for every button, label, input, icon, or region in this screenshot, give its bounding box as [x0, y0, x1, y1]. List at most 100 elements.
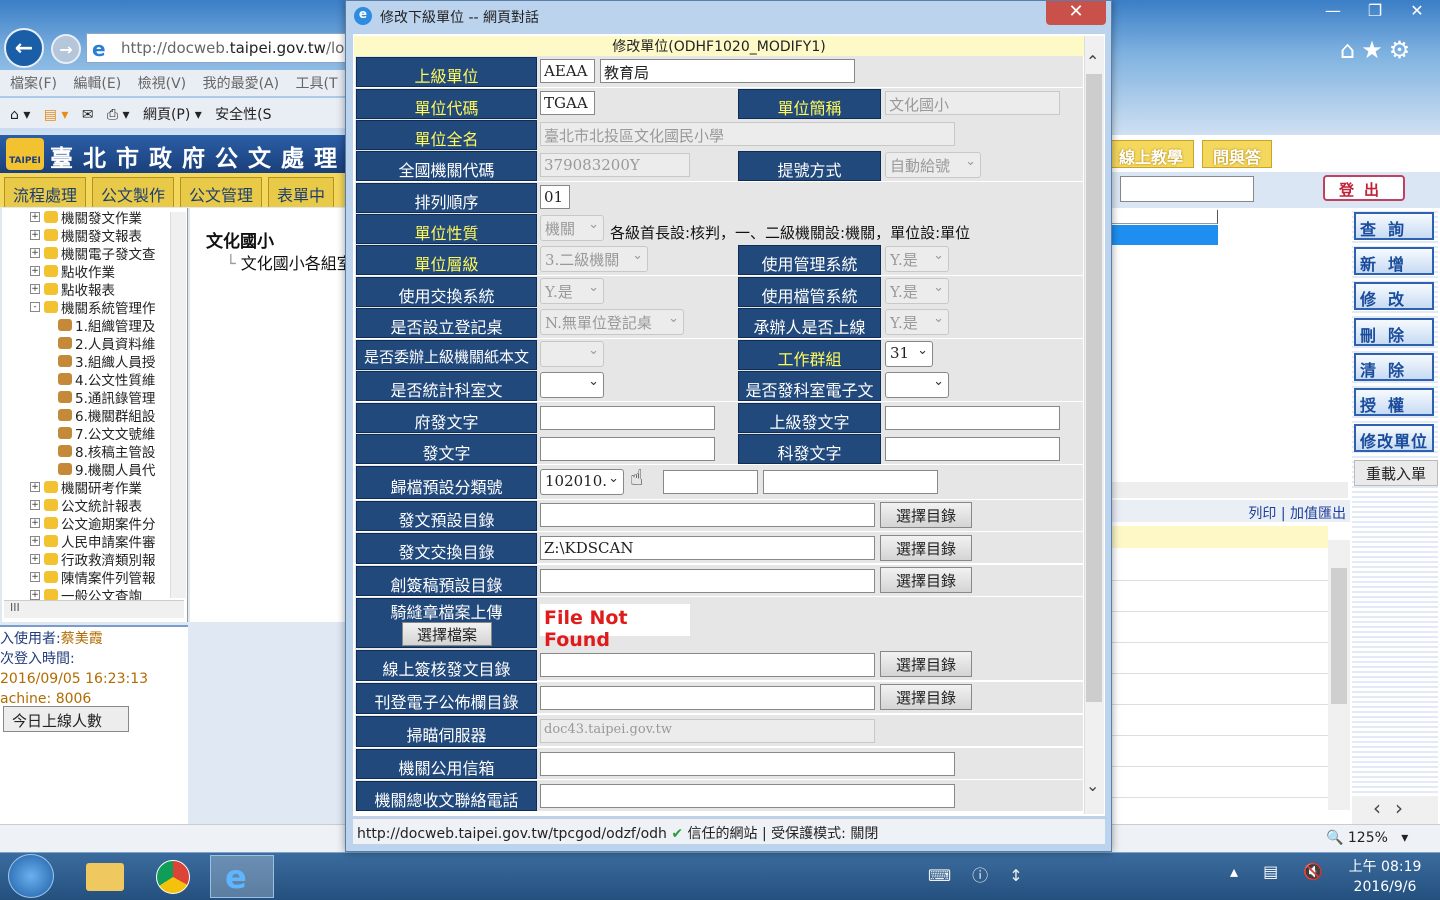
tab-qa[interactable]: 問與答: [1202, 140, 1273, 168]
select-dir-button[interactable]: 選擇目錄: [880, 567, 972, 593]
online-sign-dir-input[interactable]: [540, 653, 875, 677]
org-tree-root[interactable]: 文化國小: [206, 227, 274, 252]
tree-item[interactable]: 9.機關人員代: [2, 460, 187, 479]
expand-icon[interactable]: +: [30, 554, 40, 564]
org-tree-child[interactable]: └ 文化國小各組室: [226, 250, 353, 274]
maximize-icon[interactable]: ❐: [1354, 0, 1396, 22]
tree-item[interactable]: 6.機關群組設: [2, 406, 187, 425]
tree-item[interactable]: - 機關系統管理作: [2, 298, 187, 317]
tree-item[interactable]: + 機關發文作業: [2, 208, 187, 227]
section-send-input[interactable]: [885, 437, 1060, 461]
tree-item[interactable]: + 點收報表: [2, 280, 187, 299]
select-dir-button[interactable]: 選擇目錄: [880, 684, 972, 710]
expand-icon[interactable]: +: [30, 536, 40, 546]
authorize-button[interactable]: 授權: [1354, 388, 1434, 416]
phone-input[interactable]: [540, 784, 955, 808]
page-menu[interactable]: 網頁(P): [143, 107, 190, 123]
tree-item[interactable]: + 公文統計報表: [2, 496, 187, 515]
send-section-e-select[interactable]: ⌄: [885, 372, 949, 398]
tree-item[interactable]: + 機關研考作業: [2, 478, 187, 497]
print-icon[interactable]: ⎙ ▾: [107, 107, 130, 123]
parent-name-input[interactable]: 教育局: [600, 59, 855, 83]
tree-item[interactable]: 8.核稿主管設: [2, 442, 187, 461]
selected-row[interactable]: [1110, 225, 1218, 245]
gov-send-input[interactable]: [540, 406, 715, 430]
close-icon[interactable]: ✕: [1396, 0, 1438, 22]
send-dir-input[interactable]: [540, 503, 875, 527]
home-icon[interactable]: ⌂ ▾: [10, 107, 30, 123]
start-button[interactable]: [8, 854, 54, 898]
tree-item[interactable]: 5.通訊錄管理: [2, 388, 187, 407]
clear-button[interactable]: 清除: [1354, 353, 1434, 381]
expand-icon[interactable]: +: [30, 482, 40, 492]
list-hscrollbar[interactable]: [1110, 482, 1348, 498]
archive-class-input-2[interactable]: [663, 470, 758, 494]
select-dir-button[interactable]: 選擇目錄: [880, 502, 972, 528]
expand-icon[interactable]: +: [30, 212, 40, 222]
dialog-scroll-thumb[interactable]: [1086, 74, 1102, 702]
add-button[interactable]: 新增: [1354, 247, 1434, 275]
security-menu[interactable]: 安全性(S: [215, 107, 271, 123]
side-hscroll[interactable]: ‹›: [1352, 796, 1438, 824]
address-bar[interactable]: http://docweb.taipei.gov.tw/logi: [86, 33, 346, 63]
expand-icon[interactable]: +: [30, 266, 40, 276]
tab-compose[interactable]: 公文製作: [92, 177, 175, 207]
hscroll-thumb[interactable]: III: [10, 601, 20, 614]
archive-class-select[interactable]: 102010. ⌄: [540, 469, 624, 495]
clock[interactable]: 上午 08:19 2016/9/6: [1330, 857, 1440, 897]
tree-item[interactable]: + 公文逾期案件分: [2, 514, 187, 533]
expand-icon[interactable]: +: [30, 518, 40, 528]
tree-item[interactable]: 1.組織管理及: [2, 316, 187, 335]
online-users-button[interactable]: 今日上線人數: [3, 706, 129, 732]
minimize-icon[interactable]: —: [1312, 0, 1354, 22]
forward-arrow-icon[interactable]: →: [51, 34, 81, 64]
expand-icon[interactable]: +: [30, 284, 40, 294]
tray-left-icons[interactable]: ⌨ ⓘ ↕: [928, 862, 1031, 886]
command-bar[interactable]: ⌂ ▾ ▤ ▾ ✉ ⎙ ▾ 網頁(P) ▾ 安全性(S: [0, 98, 346, 128]
tree-item[interactable]: 2.人員資料維: [2, 334, 187, 353]
grid-scroll-thumb[interactable]: [1331, 568, 1347, 704]
tree-item[interactable]: + 點收作業: [2, 262, 187, 281]
explorer-taskbar-icon[interactable]: [74, 855, 138, 898]
logout-button[interactable]: 登出: [1323, 175, 1405, 201]
tab-process[interactable]: 流程處理: [4, 177, 87, 207]
mailbox-input[interactable]: [540, 752, 955, 776]
unit-code-input[interactable]: TGAA: [540, 91, 595, 115]
order-input[interactable]: 01: [540, 185, 570, 209]
right-search-input[interactable]: [1120, 176, 1254, 202]
zoom-level[interactable]: 🔍 125% ▾: [1326, 830, 1408, 846]
stat-section-select[interactable]: ⌄: [540, 372, 604, 398]
print-link[interactable]: 列印: [1248, 506, 1276, 522]
tree-item[interactable]: 7.公文文號維: [2, 424, 187, 443]
exchange-dir-input[interactable]: Z:\KDSCAN: [540, 536, 875, 560]
gear-icon[interactable]: ⚙: [1389, 36, 1417, 64]
tab-online-teaching[interactable]: 線上教學: [1108, 140, 1195, 168]
ie-taskbar-icon[interactable]: e: [210, 855, 274, 898]
expand-icon[interactable]: +: [30, 572, 40, 582]
back-arrow-icon[interactable]: ←: [4, 28, 44, 68]
tree-item[interactable]: 4.公文性質維: [2, 370, 187, 389]
scroll-down-icon[interactable]: ⌄: [1086, 776, 1099, 795]
expand-icon[interactable]: +: [30, 590, 40, 600]
expand-icon[interactable]: +: [30, 230, 40, 240]
dialog-close-icon[interactable]: ✕: [1046, 1, 1106, 25]
send-input[interactable]: [540, 437, 715, 461]
reload-button[interactable]: 重載入單: [1354, 460, 1438, 486]
expand-icon[interactable]: +: [30, 500, 40, 510]
tree-item[interactable]: + 陳情案件列管報: [2, 568, 187, 587]
tree-item[interactable]: + 機關電子發文查: [2, 244, 187, 263]
work-group-select[interactable]: 31 ⌄: [885, 341, 933, 367]
mail-icon[interactable]: ✉: [82, 107, 94, 123]
export-link[interactable]: 加值匯出: [1290, 506, 1346, 522]
tree-scrollbar[interactable]: [170, 212, 186, 598]
tree-item[interactable]: + 機關發文報表: [2, 226, 187, 245]
collapse-icon[interactable]: -: [30, 302, 40, 312]
select-file-button[interactable]: 選擇檔案: [402, 622, 492, 646]
tab-manage[interactable]: 公文管理: [180, 177, 263, 207]
rss-icon[interactable]: ▤ ▾: [44, 107, 69, 123]
favorites-star-icon[interactable]: ★: [1361, 36, 1389, 64]
bulletin-dir-input[interactable]: [540, 686, 875, 710]
home-icon[interactable]: ⌂: [1340, 36, 1361, 64]
tree-item[interactable]: + 人民申請案件審: [2, 532, 187, 551]
system-tray[interactable]: ▴ ▤ 🔇: [1230, 862, 1333, 881]
